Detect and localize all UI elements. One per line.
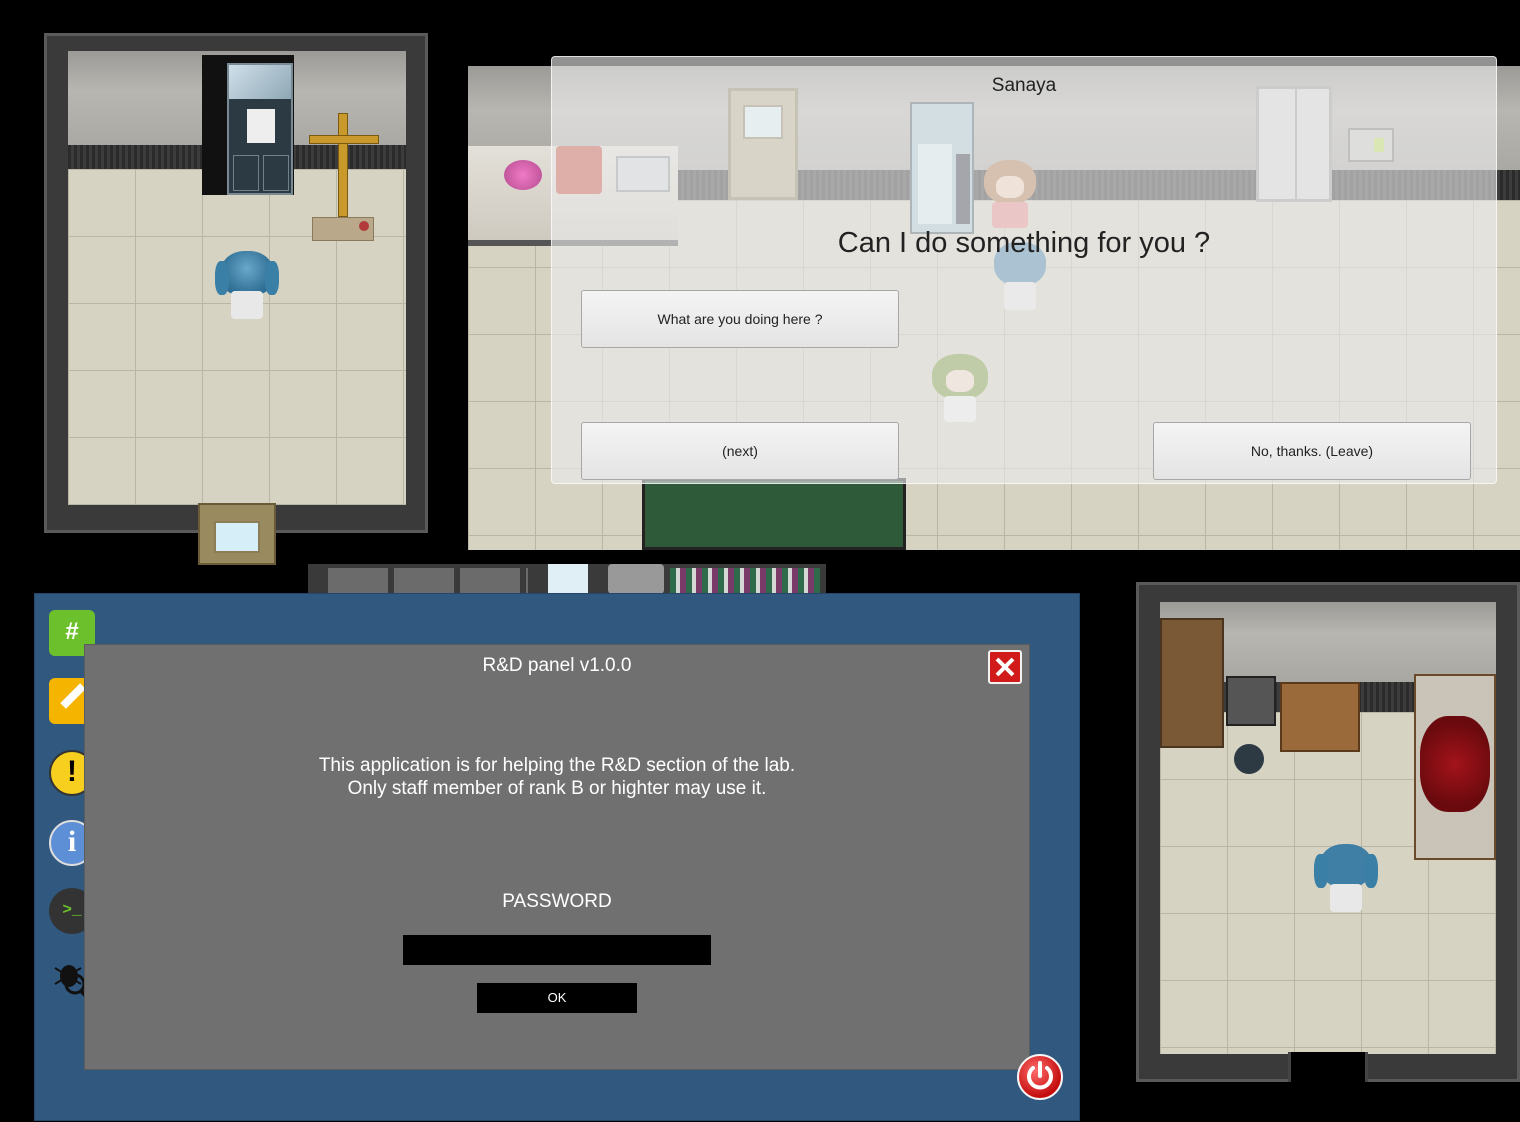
green-table[interactable] [642,478,906,550]
cake-icon [504,160,542,190]
dialog-speaker-name: Sanaya [991,75,1057,96]
panel-title: R&D panel v1.0.0 [482,655,632,676]
rd-panel-window: R&D panel v1.0.0 This application is for… [84,644,1030,1070]
locker-door[interactable] [227,63,293,195]
stool[interactable] [1234,744,1264,774]
panel-description: This application is for helping the R&D … [85,754,1029,800]
dialog-box: Sanaya Can I do something for you ? What… [551,56,1497,484]
room-bedroom [1136,582,1520,1082]
panel-description-line1: This application is for helping the R&D … [318,755,796,776]
player-character [1314,844,1378,914]
computer-desk[interactable] [1226,676,1276,726]
wooden-table[interactable] [1280,682,1360,752]
ok-button[interactable]: OK [477,983,637,1013]
password-label: PASSWORD [502,891,612,912]
south-door[interactable] [198,503,276,565]
room-library-strip [308,564,826,594]
password-input[interactable] [403,935,711,965]
room-chapel [44,33,428,565]
close-button[interactable] [988,650,1022,684]
option-next-button[interactable]: (next) [581,422,899,480]
bloody-bed[interactable] [1414,674,1496,860]
power-button[interactable] [1017,1054,1063,1100]
room-exit[interactable] [1288,1052,1368,1082]
golden-cross[interactable] [309,113,379,243]
wardrobe[interactable] [1160,618,1224,748]
panel-description-line2: Only staff member of rank B or highter m… [347,778,767,799]
dialog-question: Can I do something for you ? [837,227,1211,259]
close-icon [995,657,1015,677]
player-character [215,251,279,321]
option-leave-button[interactable]: No, thanks. (Leave) [1153,422,1471,480]
power-icon [1027,1061,1053,1090]
option-what-doing-here-button[interactable]: What are you doing here ? [581,290,899,348]
